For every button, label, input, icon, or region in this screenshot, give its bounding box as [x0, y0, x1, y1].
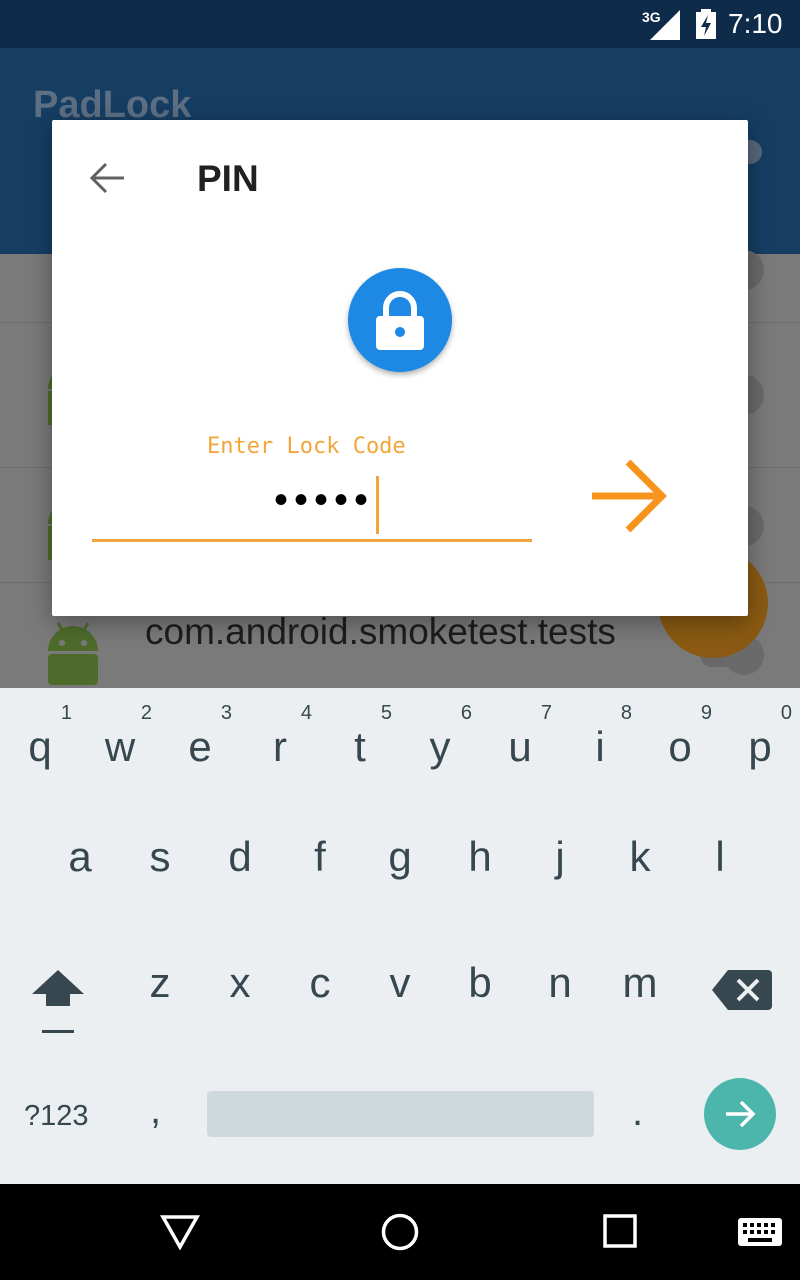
key-number-hint: 5 — [380, 702, 392, 724]
key-w[interactable]: 2w — [80, 688, 160, 808]
key-y[interactable]: 6y — [400, 688, 480, 808]
key-c[interactable]: c — [280, 924, 360, 1044]
key-letter: n — [548, 959, 572, 1006]
period-key[interactable]: . — [632, 1090, 643, 1135]
key-letter: l — [715, 833, 725, 880]
key-letter: u — [508, 723, 532, 770]
key-l[interactable]: l — [680, 808, 760, 928]
nav-recents-icon[interactable] — [603, 1214, 637, 1248]
key-letter: f — [314, 833, 326, 880]
key-letter: v — [389, 959, 411, 1006]
clock: 7:10 — [728, 8, 783, 39]
key-h[interactable]: h — [440, 808, 520, 928]
key-t[interactable]: 5t — [320, 688, 400, 808]
key-number-hint: 8 — [620, 702, 632, 724]
navigation-bar — [0, 1184, 800, 1280]
key-b[interactable]: b — [440, 924, 520, 1044]
key-m[interactable]: m — [600, 924, 680, 1044]
key-letter: z — [149, 959, 171, 1006]
key-letter: y — [429, 723, 451, 770]
space-key[interactable] — [207, 1091, 594, 1137]
key-a[interactable]: a — [40, 808, 120, 928]
key-letter: c — [309, 959, 331, 1006]
backspace-key-icon[interactable] — [712, 968, 772, 1012]
key-k[interactable]: k — [600, 808, 680, 928]
key-letter: w — [104, 723, 136, 770]
key-number-hint: 9 — [700, 702, 712, 724]
key-number-hint: 7 — [540, 702, 552, 724]
key-p[interactable]: 0p — [720, 688, 800, 808]
pin-dialog: PIN Enter Lock Code ••••• — [52, 120, 748, 616]
key-number-hint: 4 — [300, 702, 312, 724]
key-x[interactable]: x — [200, 924, 280, 1044]
key-letter: a — [68, 833, 92, 880]
key-letter: x — [229, 959, 251, 1006]
key-letter: e — [188, 723, 212, 770]
key-e[interactable]: 3e — [160, 688, 240, 808]
text-caret — [376, 476, 379, 534]
soft-keyboard: 1q2w3e4r5t6y7u8i9o0p asdfghjkl zxcvbnm ?… — [0, 688, 800, 1184]
key-number-hint: 2 — [140, 702, 152, 724]
key-j[interactable]: j — [520, 808, 600, 928]
key-letter: m — [622, 959, 658, 1006]
key-letter: p — [748, 723, 772, 770]
key-f[interactable]: f — [280, 808, 360, 928]
key-letter: q — [28, 723, 52, 770]
status-bar: 3G 7:10 — [0, 0, 800, 48]
key-letter: j — [555, 833, 565, 880]
enter-key[interactable] — [704, 1078, 776, 1150]
key-letter: d — [228, 833, 252, 880]
key-number-hint: 3 — [220, 702, 232, 724]
key-letter: b — [468, 959, 492, 1006]
key-i[interactable]: 8i — [560, 688, 640, 808]
key-letter: s — [149, 833, 171, 880]
shift-key-icon[interactable] — [20, 966, 96, 1036]
submit-arrow-icon[interactable] — [586, 456, 670, 536]
key-g[interactable]: g — [360, 808, 440, 928]
lock-icon — [376, 291, 424, 350]
key-letter: k — [629, 833, 651, 880]
package-name: com.android.smoketest.tests — [145, 611, 616, 652]
key-number-hint: 1 — [60, 702, 72, 724]
key-q[interactable]: 1q — [0, 688, 80, 808]
masked-pin: ••••• — [273, 478, 374, 522]
lock-badge — [348, 268, 452, 372]
key-letter: h — [468, 833, 492, 880]
key-number-hint: 0 — [780, 702, 792, 724]
key-letter: g — [388, 833, 412, 880]
battery-charging-icon — [696, 9, 716, 39]
key-letter: t — [354, 723, 366, 770]
key-z[interactable]: z — [120, 924, 200, 1044]
key-letter: o — [668, 723, 692, 770]
key-number-hint: 6 — [460, 702, 472, 724]
symbols-key[interactable]: ?123 — [24, 1100, 89, 1133]
android-icon — [48, 622, 98, 685]
key-letter: i — [595, 723, 605, 770]
key-n[interactable]: n — [520, 924, 600, 1044]
key-letter: r — [273, 723, 287, 770]
keyboard-switch-icon[interactable] — [738, 1218, 782, 1246]
key-d[interactable]: d — [200, 808, 280, 928]
lock-code-hint: Enter Lock Code — [207, 434, 406, 459]
nav-back-icon[interactable] — [160, 1214, 200, 1250]
key-o[interactable]: 9o — [640, 688, 720, 808]
key-v[interactable]: v — [360, 924, 440, 1044]
key-r[interactable]: 4r — [240, 688, 320, 808]
signal-icon — [650, 10, 680, 40]
comma-key[interactable]: , — [150, 1088, 161, 1133]
enter-arrow-icon — [726, 1100, 756, 1128]
lock-code-input[interactable]: ••••• — [92, 472, 532, 542]
nav-home-icon[interactable] — [380, 1212, 420, 1252]
key-s[interactable]: s — [120, 808, 200, 928]
dialog-title: PIN — [197, 158, 259, 199]
input-underline — [92, 539, 532, 542]
back-arrow-icon[interactable] — [88, 158, 128, 198]
key-u[interactable]: 7u — [480, 688, 560, 808]
